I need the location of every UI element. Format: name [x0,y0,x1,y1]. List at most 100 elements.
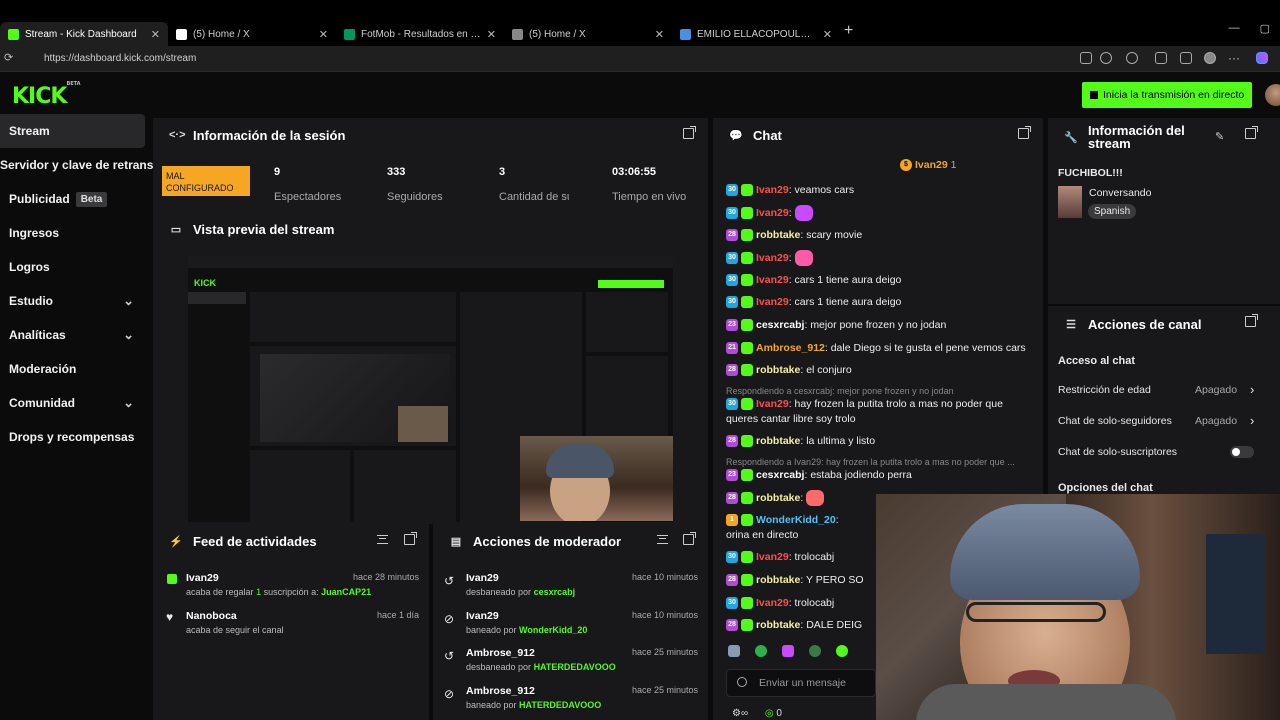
chat-placeholder: Enviar un mensaje [759,677,846,689]
browser-tab[interactable]: EMILIO ELLACOPOULOS - Búsqueda ✕ [672,22,840,46]
emote-icon[interactable] [728,645,740,657]
chat-username[interactable]: Ivan29 [756,296,789,308]
chat-message: 23 cesxrcabj: mejor pone frozen y no joda… [726,318,1036,333]
browser-tab[interactable]: (5) Home / X ✕ [168,22,336,46]
popout-icon[interactable] [1245,314,1258,327]
sidebar-item[interactable]: Stream [0,114,145,148]
list-icon: ☰ [1066,318,1076,331]
browser-tab[interactable]: (5) Home / X ✕ [504,22,672,46]
sidebar-item[interactable]: Analíticas ⌄ [0,318,148,352]
chat-username[interactable]: Ivan29 [756,398,789,410]
browser-tab[interactable]: FotMob - Resultados en vivo de fútbol ✕ [336,22,504,46]
popout-icon[interactable] [1245,126,1258,139]
popout-icon[interactable] [683,126,696,139]
browser-tab[interactable]: Stream - Kick Dashboard ✕ [0,22,168,46]
close-icon[interactable]: ✕ [487,28,496,41]
emote-icon[interactable] [782,645,794,657]
chat-text: veamos cars [794,184,855,196]
settings-icon[interactable]: ⚙∞ [732,708,748,719]
favorite-icon[interactable] [1100,52,1112,64]
channel-setting-row[interactable]: Chat de solo-seguidores Apagado › [1058,413,1258,428]
copilot-icon[interactable] [1256,52,1268,64]
chevron-down-icon[interactable]: ⌄ [123,395,134,411]
subscriber-badge-icon: 30 [726,398,738,411]
kick-logo[interactable]: KICKBETA [12,81,81,109]
sidebar-item-label: Drops y recompensas [9,430,135,444]
extensions-icon[interactable] [1155,52,1167,64]
chat-username[interactable]: Ivan29 [756,274,789,286]
close-icon[interactable]: ✕ [319,28,328,41]
minimize-icon[interactable]: — [1229,22,1240,35]
sidebar-item[interactable]: Moderación [0,352,148,386]
subscriber-badge-icon: 1 [726,514,738,527]
badge-icon [741,492,753,504]
chevron-right-icon[interactable]: › [1250,382,1254,397]
filter-icon[interactable] [377,535,388,544]
popout-icon[interactable] [404,532,417,545]
chat-username[interactable]: robbtake [756,435,800,447]
sidebar-item[interactable]: Drops y recompensas [0,420,148,454]
sidebar-item[interactable]: Estudio ⌄ [0,284,148,318]
extension-icon[interactable] [1126,52,1138,64]
favorites-bar-icon[interactable] [1180,52,1192,64]
reader-icon[interactable] [1080,52,1092,64]
favicon-icon [680,28,691,40]
chat-username[interactable]: robbtake [756,229,800,241]
edit-icon[interactable]: ✎ [1215,130,1224,143]
sidebar-item[interactable]: Logros [0,250,148,284]
chat-username[interactable]: cesxrcabj [756,469,804,481]
close-icon[interactable]: ✕ [151,28,160,41]
url-field[interactable]: https://dashboard.kick.com/stream [44,53,196,64]
stat-label: Tiempo en vivo [612,191,687,203]
chat-username[interactable]: Ivan29 [756,597,789,609]
go-live-button[interactable]: Inicia la transmisión en directo [1082,82,1252,108]
close-icon[interactable]: ✕ [823,28,832,41]
chevron-right-icon[interactable]: › [1250,413,1254,428]
chat-message: 21 Ambrose_912: dale Diego si te gusta el… [726,341,1036,356]
reply-indicator: Respondiendo a Ivan29: hay frozen la put… [726,457,1015,467]
pinned-gifter[interactable]: $ Ivan29 1 [900,159,956,172]
feed-time: hace 28 minutos [352,572,419,582]
avatar[interactable] [1265,84,1280,106]
sidebar-item[interactable]: Publicidad Beta [0,182,148,216]
chevron-down-icon[interactable]: ⌄ [123,327,134,343]
popout-icon[interactable] [1018,126,1031,139]
new-tab-button[interactable]: + [844,22,853,40]
sidebar-item[interactable]: Comunidad ⌄ [0,386,148,420]
chat-username[interactable]: robbtake [756,492,800,504]
chat-text: Y PERO SO [806,574,864,586]
channel-setting-row[interactable]: Restricción de edad Apagado › [1058,382,1258,397]
chat-text: cars 1 tiene aura deigo [794,296,902,308]
reload-icon[interactable]: ⟳ [4,51,13,64]
more-icon[interactable]: ··· [1228,51,1240,65]
status-badge: MAL CONFIGURADO [162,166,250,196]
window-menu-icon[interactable]: ▢ [1260,22,1270,35]
chat-username[interactable]: robbtake [756,619,800,631]
chat-username[interactable]: Ivan29 [756,184,789,196]
chat-username[interactable]: Ivan29 [756,207,789,219]
sidebar-item[interactable]: Servidor y clave de retransmisión [0,148,192,182]
close-icon[interactable]: ✕ [655,28,664,41]
chat-input[interactable]: Enviar un mensaje [726,669,876,697]
subscriber-badge-icon: 30 [726,274,738,287]
profile-icon[interactable] [1204,52,1216,64]
toggle-switch[interactable] [1230,446,1254,458]
chevron-down-icon[interactable]: ⌄ [123,293,134,309]
emote-icon[interactable] [836,645,848,657]
popout-icon[interactable] [683,532,696,545]
chat-username[interactable]: Ambrose_912 [756,342,825,354]
emote-icon[interactable] [755,645,767,657]
badge-icon [741,229,753,242]
emoji-icon[interactable] [737,677,747,687]
subscriber-badge-icon: 28 [726,229,738,242]
chat-username[interactable]: WonderKidd_20 [756,514,836,526]
chat-username[interactable]: cesxrcabj [756,319,804,331]
chat-username[interactable]: robbtake [756,574,800,586]
sidebar-item[interactable]: Ingresos [0,216,148,250]
filter-icon[interactable] [657,535,668,544]
chat-username[interactable]: robbtake [756,364,800,376]
emote-icon[interactable] [809,645,821,657]
channel-setting-row[interactable]: Chat de solo-suscriptores [1058,446,1258,458]
chat-username[interactable]: Ivan29 [756,551,789,563]
chat-username[interactable]: Ivan29 [756,252,789,264]
